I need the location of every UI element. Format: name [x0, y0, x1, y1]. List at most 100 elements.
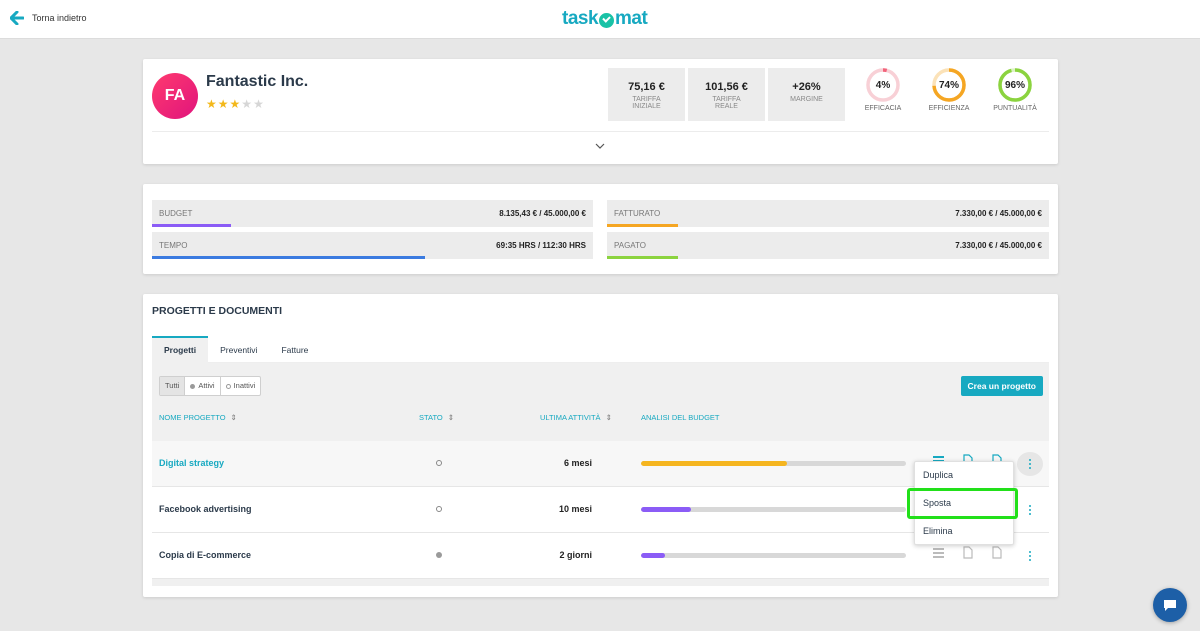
- document-icon[interactable]: [961, 546, 974, 559]
- project-name[interactable]: Digital strategy: [159, 458, 224, 468]
- back-label: Torna indietro: [32, 13, 87, 23]
- client-name: Fantastic Inc.: [206, 73, 309, 90]
- gauge-label: PUNTUALITÀ: [993, 105, 1037, 112]
- menu-item-sposta[interactable]: Sposta: [907, 488, 1018, 519]
- last-activity: 10 mesi: [558, 504, 592, 514]
- client-summary-card: FA Fantastic Inc. ★ ★ ★ ★ ★ 75,16 € TARIFFA …: [143, 59, 1058, 164]
- column-header-stato[interactable]: STATO ⇕: [419, 413, 454, 422]
- star-filled-icon[interactable]: ★: [230, 97, 241, 111]
- status-dot: [436, 506, 442, 512]
- filled-dot-icon: [190, 383, 196, 389]
- kpi-tariffa-iniziale: 75,16 € TARIFFA INIZIALE: [608, 68, 685, 121]
- gauge-value: 96%: [1004, 80, 1025, 91]
- budget-bar: [641, 461, 906, 466]
- column-header-name[interactable]: NOME PROGETTO ⇕: [159, 413, 237, 422]
- sort-icon: ⇕: [230, 413, 237, 422]
- chevron-down-icon[interactable]: [594, 140, 606, 152]
- invoice-icon[interactable]: [990, 546, 1003, 559]
- projects-card: PROGETTI E DOCUMENTI Progetti Preventivi…: [143, 294, 1058, 597]
- kpi-value: 75,16 €: [628, 81, 665, 93]
- logo-check-icon: [599, 12, 615, 28]
- budget-bar: [641, 507, 906, 512]
- filter-label: Attivi: [198, 381, 215, 390]
- column-label: ULTIMA ATTIVITÀ: [540, 413, 601, 422]
- row-actions: [932, 546, 1003, 559]
- kpi-value: +26%: [792, 81, 821, 93]
- kpi-value: 101,56 €: [705, 81, 748, 93]
- kpi-tariffa-reale: 101,56 € TARIFFA REALE: [688, 68, 765, 121]
- meter-value: 7.330,00 € / 45.000,00 €: [955, 241, 1042, 250]
- taskomat-logo[interactable]: task mat: [562, 8, 648, 30]
- meter-bar: [607, 224, 678, 227]
- filter-attivi[interactable]: Attivi: [185, 377, 221, 395]
- meter-label: PAGATO: [614, 241, 647, 250]
- star-empty-icon[interactable]: ★: [241, 97, 252, 111]
- star-empty-icon[interactable]: ★: [253, 97, 264, 111]
- meter-tempo: TEMPO 69:35 HRS / 112:30 HRS: [152, 232, 593, 259]
- gauge-efficacia: 4% EFFICACIA: [853, 67, 913, 112]
- section-title: PROGETTI E DOCUMENTI: [152, 305, 283, 317]
- budget-meters-card: BUDGET 8.135,43 € / 45.000,00 € TEMPO 69…: [143, 184, 1058, 274]
- gauge-label: EFFICIENZA: [928, 105, 970, 112]
- meter-bar: [607, 256, 678, 259]
- sort-icon: ⇕: [447, 413, 455, 422]
- tab-preventivi[interactable]: Preventivi: [208, 336, 269, 363]
- list-icon[interactable]: [932, 546, 945, 559]
- gauge-label: EFFICACIA: [864, 105, 902, 112]
- client-avatar: FA: [152, 73, 198, 119]
- tab-progetti[interactable]: Progetti: [152, 336, 209, 363]
- star-filled-icon[interactable]: ★: [206, 97, 217, 111]
- arrow-left-icon: [10, 11, 24, 25]
- logo-text-left: task: [562, 8, 599, 29]
- filter-inattivi[interactable]: Inattivi: [221, 377, 261, 395]
- client-rating[interactable]: ★ ★ ★ ★ ★: [206, 97, 264, 111]
- column-header-budget: ANALISI DEL BUDGET: [641, 413, 720, 422]
- gauge-efficienza: 74% EFFICIENZA: [919, 67, 979, 112]
- column-header-last[interactable]: ULTIMA ATTIVITÀ ⇕: [540, 413, 612, 422]
- star-filled-icon[interactable]: ★: [218, 97, 229, 111]
- last-activity: 6 mesi: [563, 458, 592, 468]
- project-name[interactable]: Facebook advertising: [159, 504, 252, 514]
- more-options-button[interactable]: [1017, 498, 1043, 522]
- kpi-margine: +26% MARGINE: [768, 68, 845, 121]
- last-activity: 2 giorni: [559, 550, 592, 560]
- meter-value: 7.330,00 € / 45.000,00 €: [955, 209, 1042, 218]
- column-label: NOME PROGETTO: [159, 413, 226, 422]
- kpi-label: TARIFFA INIZIALE: [632, 96, 661, 110]
- meter-value: 69:35 HRS / 112:30 HRS: [496, 241, 586, 250]
- meter-label: BUDGET: [159, 209, 193, 218]
- row-context-menu: Duplica Sposta Elimina: [907, 461, 1018, 545]
- filter-tutti[interactable]: Tutti: [160, 377, 186, 395]
- budget-fill: [641, 507, 692, 512]
- create-project-button[interactable]: Crea un progetto: [960, 376, 1043, 396]
- more-options-button[interactable]: [1017, 544, 1043, 568]
- status-dot: [436, 552, 442, 558]
- meter-budget: BUDGET 8.135,43 € / 45.000,00 €: [152, 200, 593, 227]
- meter-label: FATTURATO: [614, 209, 661, 218]
- meter-bar: [152, 256, 426, 259]
- kpi-label: TARIFFA REALE: [712, 96, 741, 110]
- back-link[interactable]: Torna indietro: [10, 11, 87, 25]
- menu-item-duplica[interactable]: Duplica: [915, 462, 1013, 489]
- budget-fill: [641, 461, 787, 466]
- chat-bubble-icon: [1164, 600, 1176, 611]
- budget-bar: [641, 553, 906, 558]
- meter-bar: [152, 224, 232, 227]
- filter-label: Tutti: [165, 381, 180, 390]
- projects-tabs: Progetti Preventivi Fatture: [152, 336, 1049, 363]
- tab-fatture[interactable]: Fatture: [269, 336, 320, 363]
- divider: [152, 131, 1049, 132]
- kpi-label: MARGINE: [790, 96, 823, 103]
- filter-label: Inattivi: [233, 381, 256, 390]
- sort-icon: ⇕: [605, 413, 612, 422]
- meter-fatturato: FATTURATO 7.330,00 € / 45.000,00 €: [607, 200, 1049, 227]
- chat-button[interactable]: [1153, 588, 1187, 622]
- gauge-value: 4%: [875, 80, 891, 91]
- project-name[interactable]: Copia di E-commerce: [159, 550, 251, 560]
- logo-text-right: mat: [615, 8, 648, 29]
- more-options-button[interactable]: [1017, 452, 1043, 476]
- menu-item-elimina[interactable]: Elimina: [915, 518, 1013, 545]
- column-label: STATO: [419, 413, 443, 422]
- budget-fill: [641, 553, 665, 558]
- meter-value: 8.135,43 € / 45.000,00 €: [499, 209, 586, 218]
